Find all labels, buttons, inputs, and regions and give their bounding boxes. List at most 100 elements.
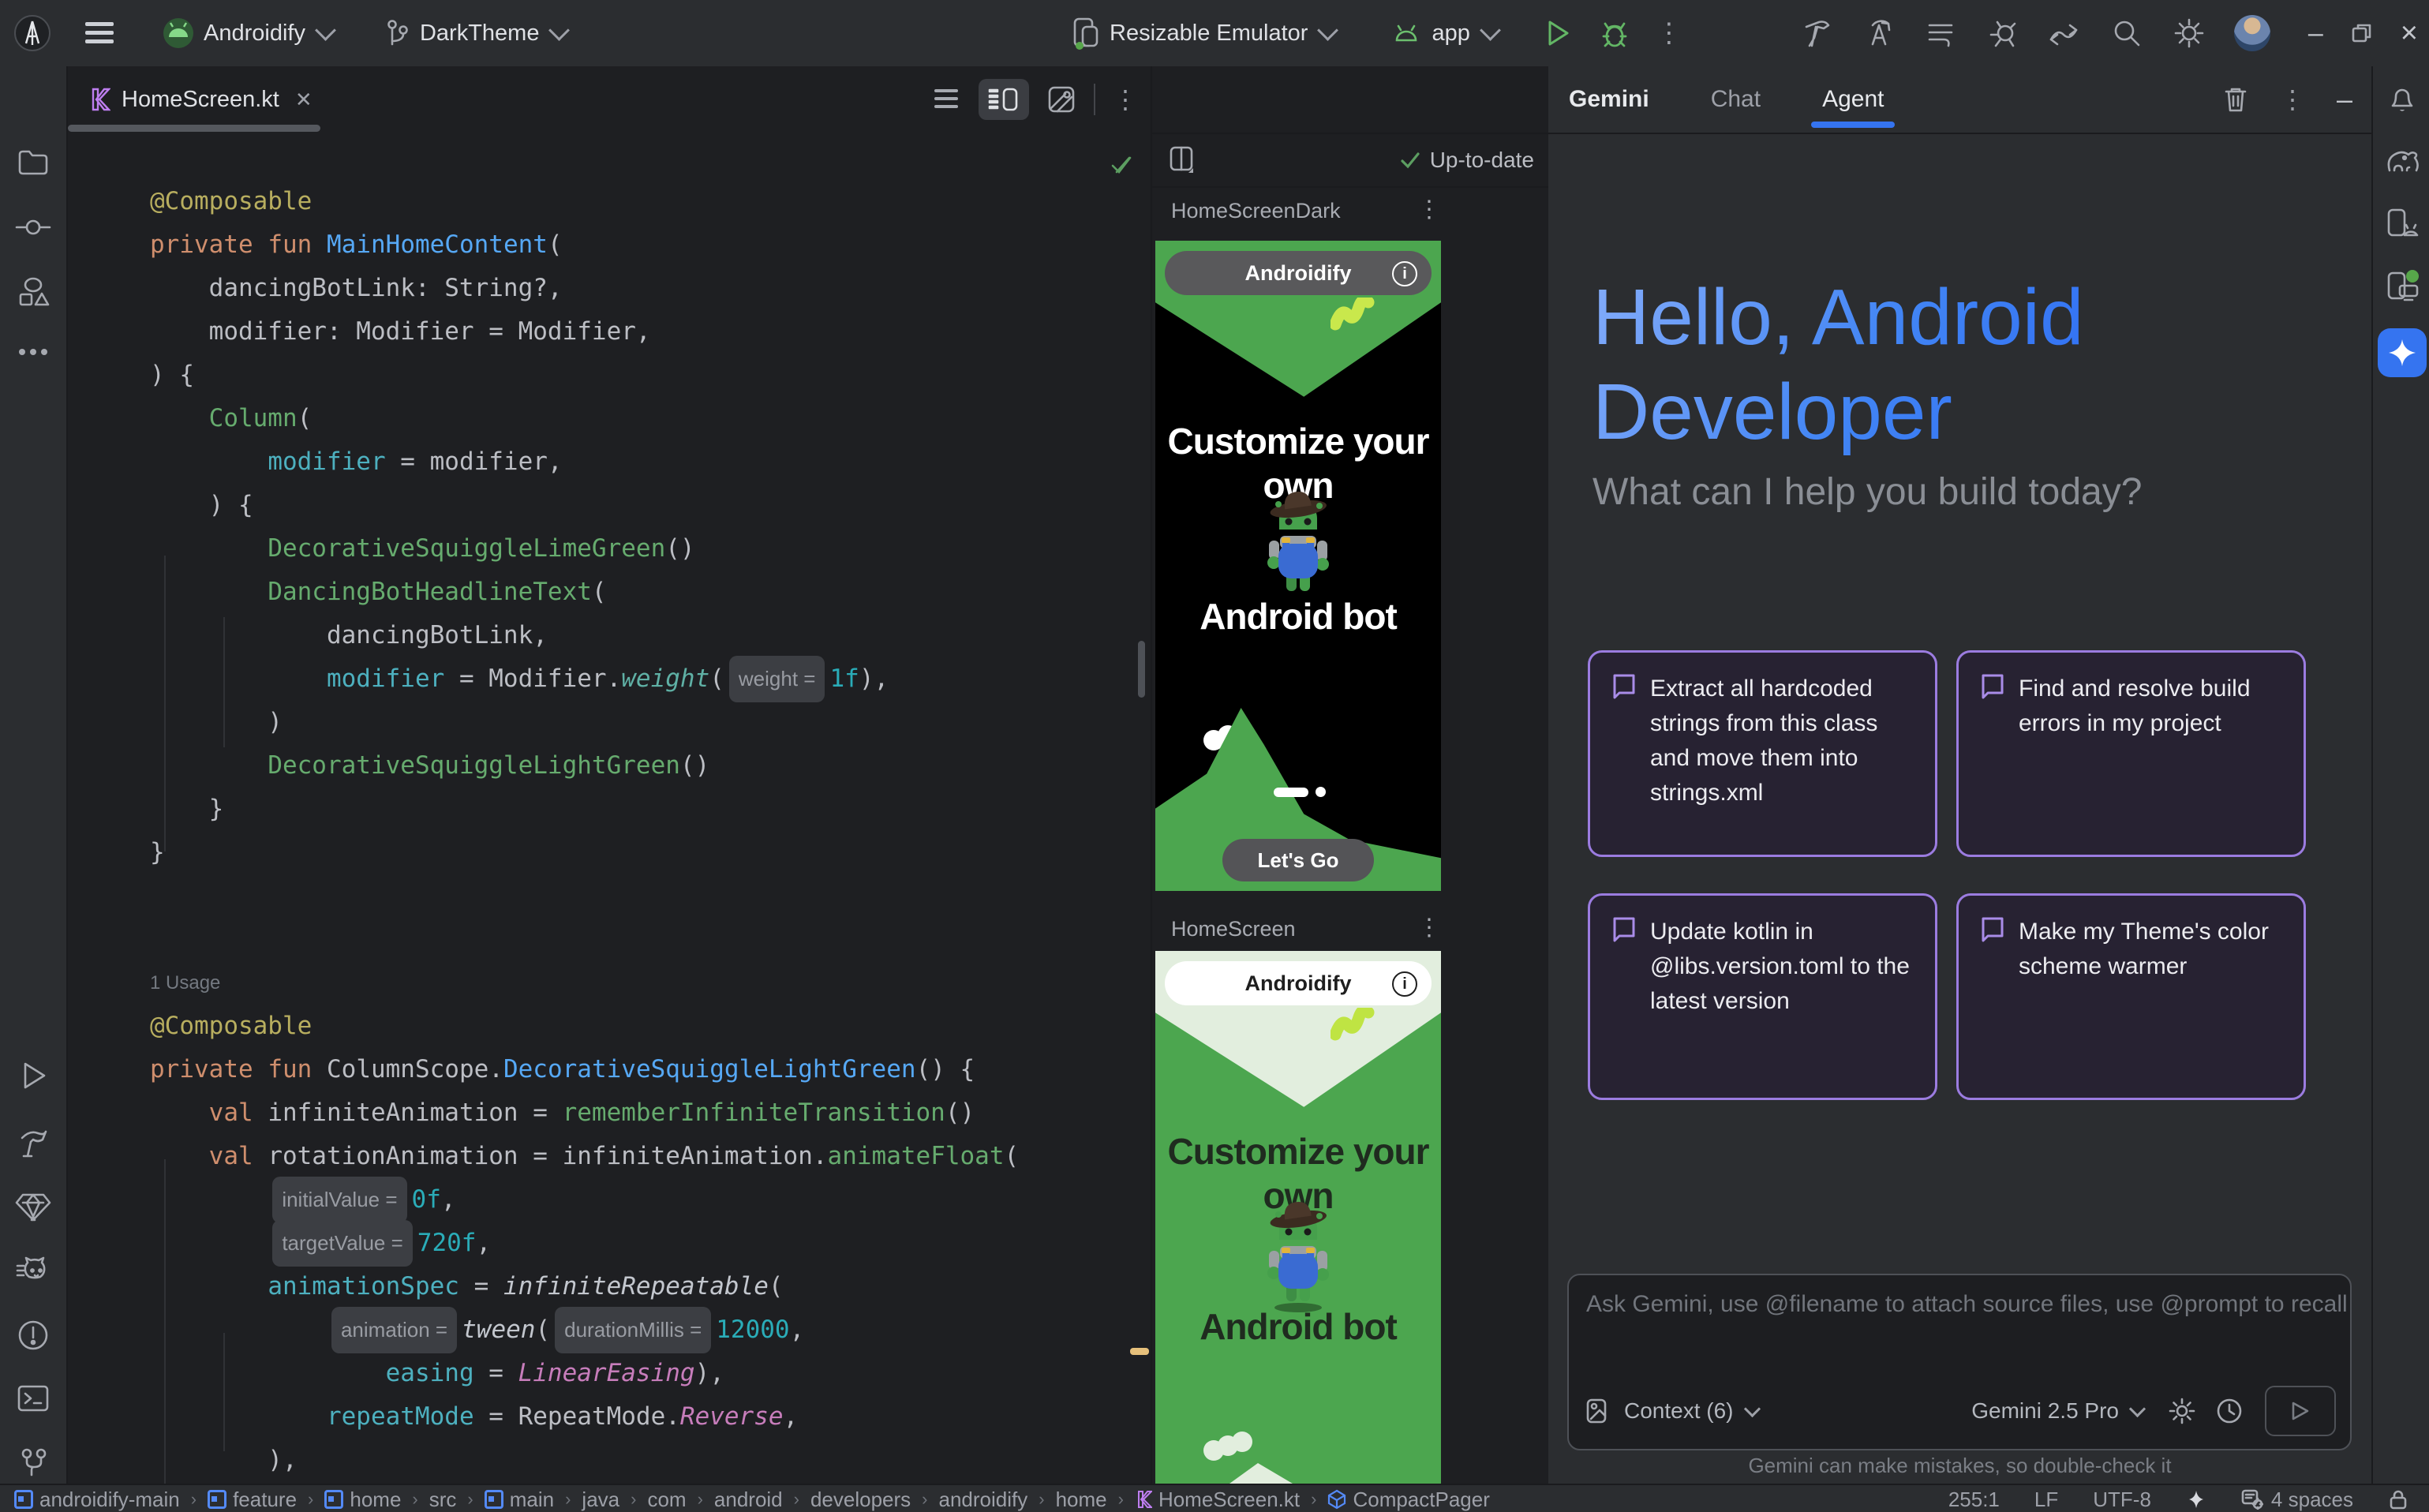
file-encoding[interactable]: UTF-8: [2093, 1488, 2151, 1512]
view-design-only-icon[interactable]: [1046, 84, 1076, 114]
breadcrumb-item[interactable]: HomeScreen.kt: [1135, 1488, 1300, 1512]
chevron-down-icon: [1743, 1400, 1760, 1417]
breadcrumb-separator: ›: [1039, 1489, 1044, 1510]
device-manager-icon[interactable]: [2384, 207, 2420, 241]
commit-tool-icon[interactable]: [15, 213, 51, 241]
breadcrumb-item[interactable]: src: [429, 1488, 457, 1512]
inspections-ok-check-icon[interactable]: [1108, 152, 1135, 178]
model-label[interactable]: Gemini 2.5 Pro: [1971, 1398, 2119, 1424]
cube-icon: [1327, 1489, 1346, 1510]
todo-list-icon[interactable]: [1923, 16, 1958, 51]
view-code-only-icon[interactable]: [933, 87, 961, 112]
breadcrumb-item[interactable]: android: [714, 1488, 783, 1512]
indent-config[interactable]: 4 spaces: [2241, 1488, 2353, 1512]
breadcrumb-item[interactable]: androidify: [939, 1488, 1028, 1512]
tab-chat[interactable]: Chat: [1711, 66, 1761, 133]
breadcrumb-item[interactable]: home: [1056, 1488, 1107, 1512]
editor-scrollbar-thumb[interactable]: [1138, 641, 1145, 698]
problems-tool-icon[interactable]: [16, 1318, 51, 1353]
profiler-bug-icon[interactable]: [1985, 16, 2019, 51]
search-icon[interactable]: [2109, 16, 2144, 51]
preview-name-dark[interactable]: HomeScreenDark: [1171, 199, 1341, 223]
preview-homescreen[interactable]: Androidify i Customize your own Android …: [1155, 951, 1441, 1484]
breadcrumb-item[interactable]: com: [647, 1488, 686, 1512]
caret-position[interactable]: 255:1: [1948, 1488, 2000, 1512]
window-minimize-button[interactable]: –: [2308, 20, 2323, 47]
hide-panel-icon[interactable]: –: [2337, 83, 2352, 116]
code-line: val rotationAnimation = infiniteAnimatio…: [150, 1135, 1019, 1178]
gradle-elephant-icon[interactable]: [2383, 144, 2421, 177]
readonly-lock-icon[interactable]: [2388, 1488, 2408, 1510]
code-content[interactable]: @Composableprivate fun MainHomeContent( …: [150, 180, 1019, 1484]
gemini-settings-icon[interactable]: [2167, 1396, 2197, 1426]
context-label[interactable]: Context (6): [1624, 1398, 1734, 1424]
device-selector[interactable]: Resizable Emulator: [1072, 16, 1335, 51]
sparkle-icon[interactable]: [2186, 1489, 2206, 1510]
tab-agent[interactable]: Agent: [1822, 66, 1884, 133]
hamburger-menu-icon[interactable]: [85, 21, 115, 45]
version-control-tool-icon[interactable]: [17, 1446, 49, 1480]
more-actions-kebab-icon[interactable]: ⋮: [1656, 17, 1682, 49]
preview-layout-icon[interactable]: [1168, 144, 1196, 176]
breadcrumb-item[interactable]: home: [324, 1488, 401, 1512]
run-button[interactable]: [1542, 16, 1574, 51]
more-tools-icon[interactable]: [16, 344, 51, 360]
attach-context-icon[interactable]: [1585, 1397, 1611, 1425]
breadcrumb-item[interactable]: CompactPager: [1327, 1488, 1489, 1512]
build-tool-icon[interactable]: [16, 1125, 51, 1160]
suggestion-card[interactable]: Extract all hardcoded strings from this …: [1588, 650, 1937, 857]
suggestion-card[interactable]: Make my Theme's color scheme warmer: [1956, 893, 2306, 1100]
tab-close-icon[interactable]: ✕: [295, 88, 313, 112]
code-line: initialValue =0f,: [150, 1178, 1019, 1222]
ai-refactor-icon[interactable]: [1862, 16, 1896, 51]
send-button[interactable]: [2265, 1386, 2336, 1436]
window-restore-button[interactable]: [2350, 21, 2374, 45]
lets-go-button[interactable]: Let's Go: [1222, 839, 1374, 881]
branch-selector[interactable]: DarkTheme: [384, 17, 567, 49]
build-hammer-icon[interactable]: [1800, 16, 1835, 51]
breadcrumb-item[interactable]: main: [485, 1488, 554, 1512]
preview-homescreendark[interactable]: Androidify i Customize your own Android …: [1155, 241, 1441, 891]
suggestion-card[interactable]: Update kotlin in @libs.version.toml to t…: [1588, 893, 1937, 1100]
breadcrumb-item[interactable]: java: [582, 1488, 619, 1512]
gemini-input-box[interactable]: Ask Gemini, use @filename to attach sour…: [1567, 1274, 2352, 1450]
user-avatar[interactable]: [2234, 15, 2270, 51]
suggestion-card[interactable]: Find and resolve build errors in my proj…: [1956, 650, 2306, 857]
gemini-kebab-icon[interactable]: ⋮: [2280, 84, 2305, 114]
project-tool-icon[interactable]: [17, 147, 50, 177]
delete-conversation-icon[interactable]: [2223, 85, 2248, 114]
editor-kebab-icon[interactable]: ⋮: [1113, 84, 1138, 114]
line-separator[interactable]: LF: [2034, 1488, 2058, 1512]
history-clock-icon[interactable]: [2214, 1396, 2244, 1426]
breadcrumb-item[interactable]: androidify-main: [14, 1488, 180, 1512]
notifications-bell-icon[interactable]: [2385, 80, 2420, 117]
gemini-sidebar-button[interactable]: [2378, 328, 2427, 377]
tab-homescreen-kt[interactable]: HomeScreen.kt ✕: [68, 66, 333, 133]
code-editor[interactable]: HomeScreen.kt ✕ ⋮ @Compo: [68, 66, 1151, 1484]
run-tool-icon[interactable]: [17, 1059, 49, 1092]
breadcrumb-item[interactable]: feature: [208, 1488, 297, 1512]
run-config-selector[interactable]: app: [1390, 20, 1497, 47]
profiler-cat-icon[interactable]: [15, 1255, 51, 1288]
suggestion-text: Find and resolve build errors in my proj…: [2019, 672, 2283, 836]
terminal-tool-icon[interactable]: [16, 1383, 51, 1414]
running-devices-icon[interactable]: [2384, 268, 2420, 305]
view-split-icon[interactable]: [979, 79, 1029, 120]
debug-button[interactable]: [1597, 16, 1632, 51]
breadcrumb-item[interactable]: developers: [810, 1488, 911, 1512]
app-insights-diamond-icon[interactable]: [15, 1190, 51, 1223]
left-activity-bar: [0, 66, 68, 1484]
window-close-button[interactable]: ×: [2401, 20, 2418, 47]
info-icon[interactable]: i: [1392, 261, 1417, 286]
preview-name-light[interactable]: HomeScreen: [1171, 917, 1296, 941]
settings-gear-icon[interactable]: [2171, 15, 2207, 51]
code-line: DecorativeSquiggleLimeGreen(): [150, 527, 1019, 571]
app-logo-icon[interactable]: [14, 15, 51, 51]
preview-kebab-icon[interactable]: ⋮: [1417, 914, 1441, 941]
project-selector[interactable]: Androidify: [163, 17, 333, 49]
resource-manager-icon[interactable]: [16, 276, 51, 309]
preview-kebab-icon[interactable]: ⋮: [1417, 196, 1441, 223]
pull-request-icon[interactable]: [2046, 16, 2083, 51]
info-icon[interactable]: i: [1392, 971, 1417, 997]
code-line: @Composable: [150, 1005, 1019, 1048]
